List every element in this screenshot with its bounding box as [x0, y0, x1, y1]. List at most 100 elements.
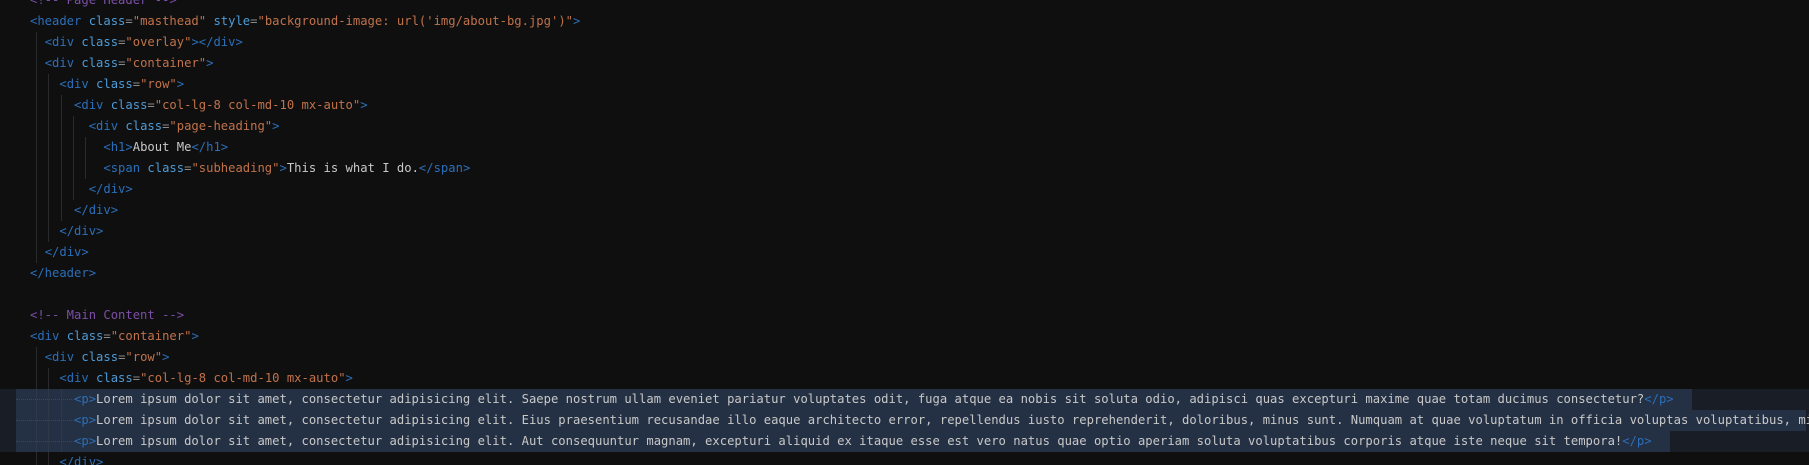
token-tag: > — [162, 350, 170, 364]
code-text: </div> — [30, 455, 103, 465]
token-tag: ></div> — [191, 35, 243, 49]
token-tag: > — [345, 371, 353, 385]
code-line[interactable]: <div class="page-heading"> — [0, 116, 1809, 137]
code-line[interactable]: <div class="row"> — [0, 74, 1809, 95]
code-line[interactable]: <span class="subheading">This is what I … — [0, 158, 1809, 179]
code-lines[interactable]: <!-- Page Header --> <header class="masth… — [0, 0, 1809, 465]
code-text: <div class="col-lg-8 col-md-10 mx-auto"> — [30, 371, 353, 385]
token-attr: class — [110, 98, 148, 112]
token-tag: </header> — [30, 266, 97, 280]
code-text: <div class="overlay"></div> — [30, 35, 243, 49]
token-tag: <div — [59, 77, 97, 91]
token-attr: style — [206, 14, 251, 28]
code-text: <h1>About Me</h1> — [30, 140, 228, 154]
token-attr: class — [81, 35, 119, 49]
code-line[interactable]: </div> — [0, 179, 1809, 200]
code-line[interactable]: <div class="container"> — [0, 53, 1809, 74]
token-tag: <div — [88, 119, 126, 133]
code-line[interactable]: </div> — [0, 242, 1809, 263]
token-attr: class — [81, 350, 119, 364]
code-line[interactable]: <div class="col-lg-8 col-md-10 mx-auto"> — [0, 368, 1809, 389]
token-tag: <div — [44, 350, 82, 364]
token-tag: <div — [44, 56, 82, 70]
code-line[interactable]: <!-- Main Content --> — [0, 305, 1809, 326]
selected-code-line[interactable]: <p>Lorem ipsum dolor sit amet, consectet… — [0, 389, 1809, 410]
token-str: "container" — [125, 56, 207, 70]
code-line[interactable]: </div> — [0, 452, 1809, 465]
token-tag: <p> — [74, 434, 97, 448]
code-line[interactable]: <div class="container"> — [0, 326, 1809, 347]
token-attr: class — [96, 77, 133, 91]
code-text: <div class="page-heading"> — [30, 119, 280, 133]
selected-code-line[interactable]: <p>Lorem ipsum dolor sit amet, consectet… — [0, 410, 1809, 431]
token-tag: > — [360, 98, 368, 112]
token-tag: </div> — [59, 224, 104, 238]
token-tag: <div — [74, 98, 111, 112]
token-punc: = — [125, 14, 133, 28]
code-line[interactable]: <div class="row"> — [0, 347, 1809, 368]
code-text: </header> — [30, 266, 96, 280]
token-plain: Lorem ipsum dolor sit amet, consectetur … — [96, 434, 1623, 448]
token-tag: <div — [44, 35, 82, 49]
code-text: </div> — [30, 224, 103, 238]
token-tag: </span> — [418, 161, 471, 175]
code-line[interactable]: </div> — [0, 221, 1809, 242]
code-line[interactable]: <div class="overlay"></div> — [0, 32, 1809, 53]
token-attr: class — [147, 161, 185, 175]
token-cmt: <!-- Main Content --> — [30, 308, 185, 322]
token-punc: = — [147, 98, 155, 112]
token-plain: This is what I do. — [286, 161, 419, 175]
token-str: "overlay" — [125, 35, 192, 49]
code-editor[interactable]: <!-- Page Header --> <header class="masth… — [0, 0, 1809, 465]
token-attr: class — [125, 119, 163, 133]
code-text: <header class="masthead" style="backgrou… — [30, 14, 580, 28]
code-line[interactable]: </div> — [0, 200, 1809, 221]
token-plain: Lorem ipsum dolor sit amet, consectetur … — [96, 392, 1645, 406]
token-tag: </div> — [74, 203, 119, 217]
token-tag: <div — [30, 329, 67, 343]
token-str: "row" — [140, 77, 177, 91]
token-tag: > — [206, 56, 214, 70]
code-text: </div> — [30, 203, 118, 217]
token-tag: > — [191, 329, 199, 343]
code-line[interactable]: <!-- Page Header --> — [0, 0, 1809, 11]
token-tag: </div> — [44, 245, 89, 259]
token-tag: </p> — [1622, 434, 1652, 448]
token-tag: <h1> — [103, 140, 133, 154]
selected-code-line[interactable]: <p>Lorem ipsum dolor sit amet, consectet… — [0, 431, 1809, 452]
token-tag: > — [279, 161, 287, 175]
code-line[interactable] — [0, 284, 1809, 305]
code-line[interactable]: </header> — [0, 263, 1809, 284]
code-text: </div> — [30, 182, 133, 196]
token-tag: <p> — [74, 413, 97, 427]
token-punc: = — [103, 329, 111, 343]
code-line[interactable]: <header class="masthead" style="backgrou… — [0, 11, 1809, 32]
code-text: <p>Lorem ipsum dolor sit amet, consectet… — [30, 434, 1652, 448]
token-tag: <span — [103, 161, 148, 175]
token-punc: = — [132, 371, 141, 385]
token-plain: About Me — [132, 140, 192, 154]
code-text: <span class="subheading">This is what I … — [30, 161, 470, 175]
code-line[interactable]: <h1>About Me</h1> — [0, 137, 1809, 158]
token-str: "page-heading" — [169, 119, 273, 133]
token-tag: <header — [30, 14, 89, 28]
token-str: "col-lg-8 col-md-10 mx-auto" — [140, 371, 346, 385]
code-text: <div class="col-lg-8 col-md-10 mx-auto"> — [30, 98, 368, 112]
token-str: "background-image: url('img/about-bg.jpg… — [257, 14, 573, 28]
code-line[interactable]: <div class="col-lg-8 col-md-10 mx-auto"> — [0, 95, 1809, 116]
code-text: <div class="row"> — [30, 77, 184, 91]
token-tag: > — [573, 14, 581, 28]
